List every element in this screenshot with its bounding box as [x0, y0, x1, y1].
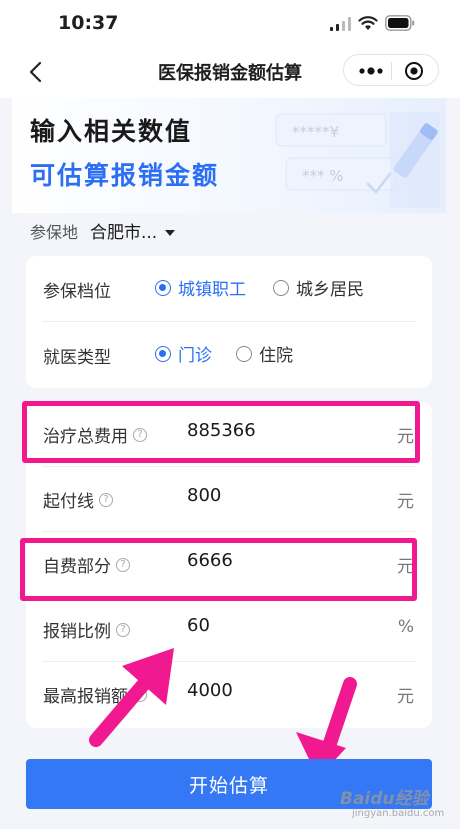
banner-title: 输入相关数值 — [30, 117, 193, 146]
unit-label: % — [397, 617, 414, 637]
more-icon[interactable] — [358, 61, 384, 81]
reimburse-ratio-input[interactable] — [187, 615, 377, 636]
radio-label: 城乡居民 — [296, 280, 364, 300]
signal-icon — [330, 17, 351, 31]
tier-radio-urban-rural[interactable]: 城乡居民 — [273, 275, 364, 300]
self-pay-input[interactable] — [187, 550, 377, 571]
deductible-label: 起付线? — [43, 487, 113, 512]
location-row: 参保地 合肥市... — [12, 213, 446, 251]
help-icon[interactable]: ? — [133, 687, 147, 702]
deductible-input[interactable] — [187, 485, 377, 506]
unit-label: 元 — [397, 687, 414, 707]
max-reimburse-label: 最高报销额? — [43, 682, 147, 707]
radio-unchecked-icon — [273, 279, 289, 296]
status-bar: 10:37 — [0, 0, 460, 46]
help-icon[interactable]: ? — [116, 557, 130, 572]
watermark-logo: Baidu经验 — [340, 789, 429, 809]
self-pay-row: 自费部分? 元 — [26, 532, 432, 597]
total-cost-row: 治疗总费用? 元 — [26, 402, 432, 467]
field-label: 起付线 — [43, 492, 94, 512]
help-icon[interactable]: ? — [116, 622, 130, 637]
help-icon[interactable]: ? — [99, 492, 113, 507]
radio-label: 城镇职工 — [178, 280, 246, 300]
field-label: 最高报销额 — [43, 687, 128, 707]
total-cost-input[interactable] — [187, 420, 377, 441]
mini-program-capsule — [343, 54, 439, 86]
battery-icon — [385, 15, 415, 31]
banner-deco-text2: *** % — [302, 167, 344, 185]
calculator-illustration-icon: *****¥ *** % — [275, 112, 440, 208]
location-select[interactable]: 合肥市... — [90, 218, 176, 243]
inputs-card: 治疗总费用? 元 起付线? 元 自费部分? 元 报销比例? % 最高报销额? 元 — [26, 402, 432, 728]
close-target-icon[interactable] — [404, 61, 424, 81]
visit-row: 就医类型 门诊 住院 — [26, 322, 432, 388]
radio-checked-icon — [155, 279, 171, 296]
nav-bar: 医保报销金额估算 — [0, 46, 460, 98]
unit-label: 元 — [397, 427, 414, 447]
tier-row: 参保档位 城镇职工 城乡居民 — [26, 256, 432, 322]
visit-radio-outpatient[interactable]: 门诊 — [155, 341, 212, 366]
capsule-divider — [391, 62, 392, 80]
tier-radio-urban-employee[interactable]: 城镇职工 — [155, 275, 246, 300]
deductible-row: 起付线? 元 — [26, 467, 432, 532]
tier-label: 参保档位 — [43, 282, 111, 302]
unit-label: 元 — [397, 492, 414, 512]
max-reimburse-row: 最高报销额? 元 — [26, 662, 432, 727]
total-cost-label: 治疗总费用? — [43, 422, 147, 447]
field-label: 治疗总费用 — [43, 427, 128, 447]
visit-label: 就医类型 — [43, 348, 111, 368]
banner-deco-text1: *****¥ — [292, 123, 339, 141]
status-time: 10:37 — [58, 12, 119, 34]
self-pay-label: 自费部分? — [43, 552, 130, 577]
radio-label: 住院 — [259, 346, 293, 366]
unit-label: 元 — [397, 557, 414, 577]
watermark-url: jingyan.baidu.com — [352, 808, 445, 819]
location-label: 参保地 — [30, 223, 79, 242]
banner: 输入相关数值 可估算报销金额 *****¥ *** % — [12, 98, 446, 213]
wifi-icon — [358, 16, 378, 30]
visit-radio-inpatient[interactable]: 住院 — [236, 341, 293, 366]
options-card: 参保档位 城镇职工 城乡居民 就医类型 门诊 住院 — [26, 256, 432, 388]
caret-down-icon — [165, 230, 176, 236]
field-label: 自费部分 — [43, 557, 111, 577]
radio-label: 门诊 — [178, 346, 212, 366]
max-reimburse-input[interactable] — [187, 680, 377, 701]
field-label: 报销比例 — [43, 622, 111, 642]
reimburse-ratio-label: 报销比例? — [43, 617, 130, 642]
banner-subtitle: 可估算报销金额 — [30, 161, 220, 190]
radio-unchecked-icon — [236, 345, 252, 362]
location-value: 合肥市... — [90, 223, 158, 243]
reimburse-ratio-row: 报销比例? % — [26, 597, 432, 662]
help-icon[interactable]: ? — [133, 427, 147, 442]
radio-checked-icon — [155, 345, 171, 362]
